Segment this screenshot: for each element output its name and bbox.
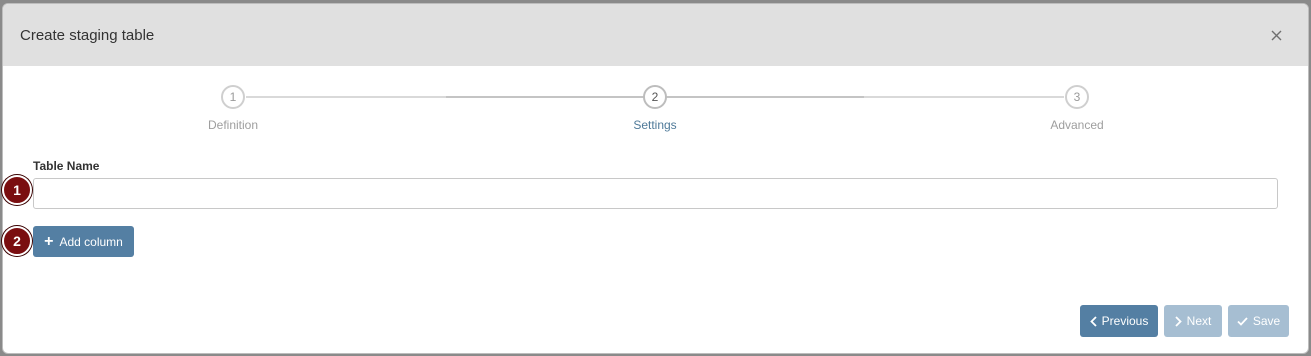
- save-label: Save: [1252, 314, 1281, 328]
- add-column-button[interactable]: + Add column: [33, 226, 134, 257]
- save-button[interactable]: Save: [1228, 305, 1289, 337]
- previous-label: Previous: [1101, 314, 1149, 328]
- next-label: Next: [1186, 314, 1212, 328]
- create-staging-table-dialog: Create staging table 1 Definition 2 Sett…: [2, 3, 1309, 354]
- plus-icon: +: [44, 232, 54, 250]
- dialog-header: Create staging table: [3, 4, 1308, 66]
- dialog-title: Create staging table: [20, 26, 155, 44]
- wizard-stepper: 1 Definition 2 Settings 3 Advanced: [3, 66, 1308, 138]
- annotation-badge-1: 1: [2, 175, 32, 205]
- chevron-right-icon: [1175, 315, 1182, 327]
- chevron-left-icon: [1089, 315, 1097, 327]
- add-column-label: Add column: [59, 234, 123, 249]
- step-number: 1: [221, 85, 245, 109]
- step-definition[interactable]: 1 Definition: [173, 85, 293, 132]
- step-settings[interactable]: 2 Settings: [595, 85, 715, 132]
- close-icon[interactable]: [1266, 25, 1286, 45]
- step-label: Settings: [633, 118, 677, 132]
- annotation-badge-2: 2: [2, 226, 32, 256]
- table-name-label: Table Name: [33, 159, 100, 173]
- check-icon: [1237, 316, 1248, 326]
- step-label: Advanced: [1050, 118, 1104, 132]
- step-advanced[interactable]: 3 Advanced: [1017, 85, 1137, 132]
- step-label: Definition: [207, 118, 259, 132]
- dialog-footer: Previous Next Save: [1080, 305, 1289, 337]
- previous-button[interactable]: Previous: [1080, 305, 1158, 337]
- step-number: 3: [1065, 85, 1089, 109]
- table-name-input[interactable]: [33, 178, 1278, 209]
- next-button[interactable]: Next: [1164, 305, 1222, 337]
- step-number: 2: [643, 85, 667, 109]
